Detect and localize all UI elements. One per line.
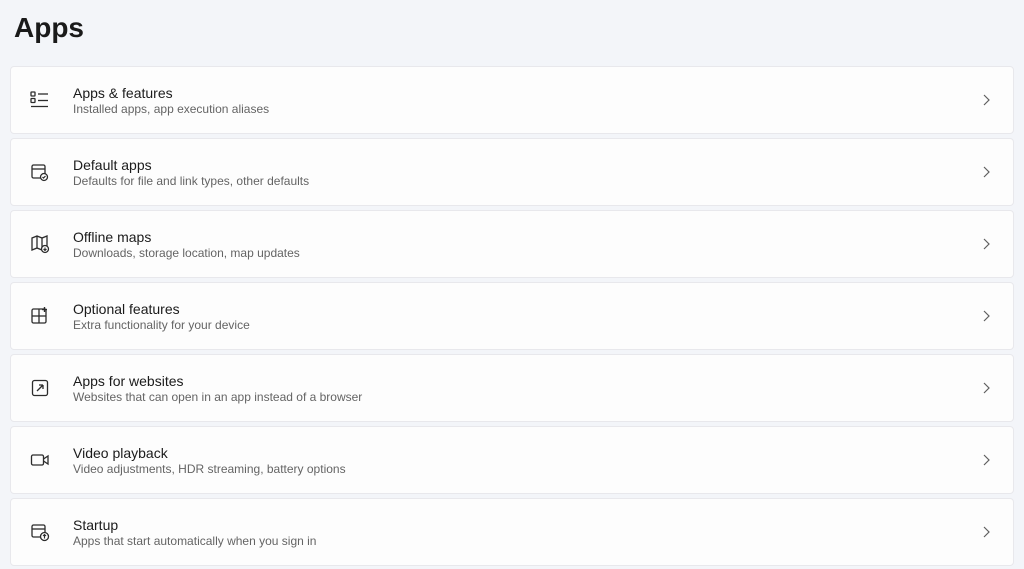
item-text: Apps for websites Websites that can open… (73, 373, 979, 404)
item-title: Apps & features (73, 85, 979, 101)
page-title: Apps (14, 12, 1014, 44)
settings-item-optional-features[interactable]: Optional features Extra functionality fo… (10, 282, 1014, 350)
apps-list-icon (29, 89, 51, 111)
item-title: Optional features (73, 301, 979, 317)
settings-item-offline-maps[interactable]: Offline maps Downloads, storage location… (10, 210, 1014, 278)
map-icon (29, 233, 51, 255)
item-text: Apps & features Installed apps, app exec… (73, 85, 979, 116)
websites-icon (29, 377, 51, 399)
optional-features-icon (29, 305, 51, 327)
settings-item-apps-features[interactable]: Apps & features Installed apps, app exec… (10, 66, 1014, 134)
settings-item-default-apps[interactable]: Default apps Defaults for file and link … (10, 138, 1014, 206)
item-subtitle: Extra functionality for your device (73, 318, 979, 332)
settings-item-startup[interactable]: Startup Apps that start automatically wh… (10, 498, 1014, 566)
item-subtitle: Websites that can open in an app instead… (73, 390, 979, 404)
item-subtitle: Downloads, storage location, map updates (73, 246, 979, 260)
chevron-right-icon (979, 525, 993, 539)
chevron-right-icon (979, 309, 993, 323)
chevron-right-icon (979, 237, 993, 251)
item-title: Startup (73, 517, 979, 533)
chevron-right-icon (979, 453, 993, 467)
item-title: Apps for websites (73, 373, 979, 389)
item-subtitle: Defaults for file and link types, other … (73, 174, 979, 188)
chevron-right-icon (979, 165, 993, 179)
chevron-right-icon (979, 93, 993, 107)
item-title: Default apps (73, 157, 979, 173)
item-text: Video playback Video adjustments, HDR st… (73, 445, 979, 476)
item-text: Optional features Extra functionality fo… (73, 301, 979, 332)
chevron-right-icon (979, 381, 993, 395)
item-title: Video playback (73, 445, 979, 461)
item-title: Offline maps (73, 229, 979, 245)
item-text: Default apps Defaults for file and link … (73, 157, 979, 188)
item-subtitle: Apps that start automatically when you s… (73, 534, 979, 548)
video-icon (29, 449, 51, 471)
item-text: Startup Apps that start automatically wh… (73, 517, 979, 548)
item-subtitle: Video adjustments, HDR streaming, batter… (73, 462, 979, 476)
settings-list: Apps & features Installed apps, app exec… (10, 66, 1014, 566)
settings-item-video-playback[interactable]: Video playback Video adjustments, HDR st… (10, 426, 1014, 494)
startup-icon (29, 521, 51, 543)
item-subtitle: Installed apps, app execution aliases (73, 102, 979, 116)
settings-item-apps-for-websites[interactable]: Apps for websites Websites that can open… (10, 354, 1014, 422)
default-apps-icon (29, 161, 51, 183)
item-text: Offline maps Downloads, storage location… (73, 229, 979, 260)
